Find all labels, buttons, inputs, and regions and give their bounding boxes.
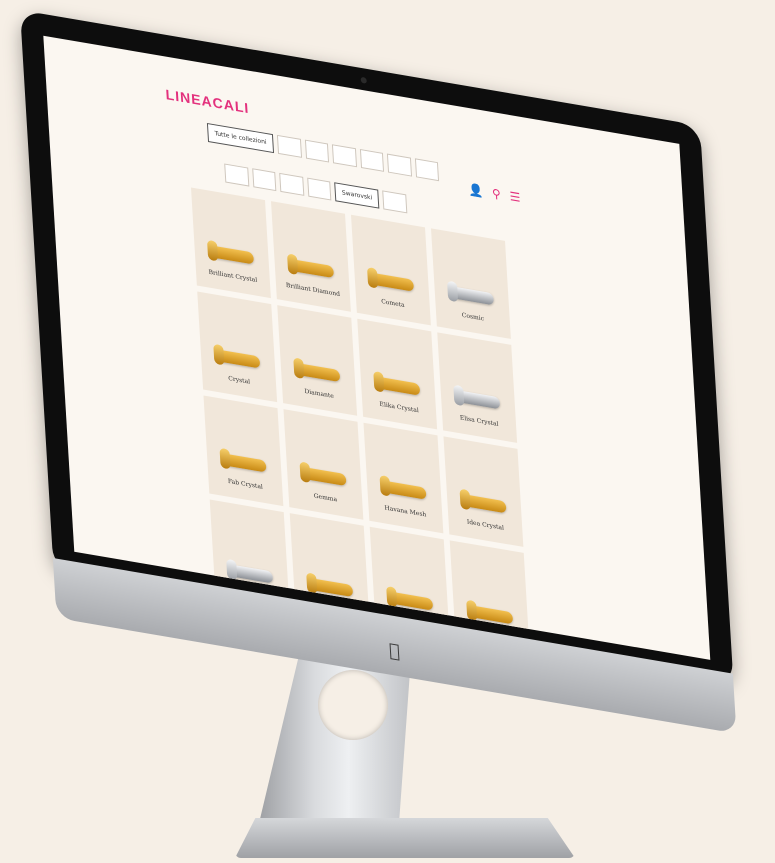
filter-chip[interactable] <box>224 163 249 187</box>
filter-chip[interactable] <box>251 168 277 192</box>
product-card[interactable]: Brilliant Crystal <box>191 187 271 299</box>
filter-chip[interactable] <box>359 148 385 172</box>
door-handle-image <box>449 285 495 306</box>
door-handle-image <box>301 466 347 487</box>
door-handle-image <box>455 389 501 410</box>
product-name: Diamante <box>304 387 335 400</box>
header-icons: 👤 ⚲ ☰ <box>468 182 526 206</box>
product-name: Crystal <box>228 374 251 386</box>
monitor:  LINEACALI 👤 ⚲ ☰ Tutte le collezioni Sw… <box>20 10 737 734</box>
door-handle-image <box>215 349 261 369</box>
product-card[interactable]: Elika Crystal <box>357 318 438 430</box>
filter-chip[interactable] <box>306 177 332 201</box>
door-handle-image <box>289 258 335 279</box>
product-card[interactable]: Diamante <box>277 305 358 416</box>
product-card[interactable]: Cometa <box>351 214 431 326</box>
filter-chip[interactable] <box>276 134 302 158</box>
door-handle-image <box>461 493 507 514</box>
product-card[interactable]: Fab Crystal <box>203 395 284 507</box>
site-logo[interactable]: LINEACALI <box>165 86 250 116</box>
filter-chip[interactable] <box>304 139 330 163</box>
product-name: Elisa Crystal <box>459 414 499 428</box>
product-name: Brilliant Crystal <box>208 268 258 284</box>
product-card[interactable]: Gemma <box>283 409 364 520</box>
product-card[interactable]: Havana Mesh <box>363 422 444 534</box>
filter-chip[interactable]: Swarovski <box>334 182 380 209</box>
door-handle-image <box>375 376 421 396</box>
door-handle-image <box>381 480 427 500</box>
search-icon[interactable]: ⚲ <box>492 186 502 201</box>
filter-chip[interactable] <box>382 190 408 214</box>
filter-chip[interactable] <box>387 153 412 177</box>
product-card[interactable]: Elisa Crystal <box>437 332 518 443</box>
user-icon[interactable]: 👤 <box>468 182 484 199</box>
webcam-icon <box>360 76 367 84</box>
filter-chip[interactable]: Tutte le collezioni <box>206 122 275 154</box>
product-name: Fab Crystal <box>227 477 264 491</box>
product-card[interactable]: Idea Crystal <box>443 436 524 547</box>
product-name: Elika Crystal <box>379 400 419 415</box>
product-name: Havana Mesh <box>384 504 427 519</box>
monitor-stand-base <box>235 818 575 858</box>
monitor-stand-hole <box>318 670 388 740</box>
filter-chip[interactable] <box>279 172 304 196</box>
door-handle-image <box>221 453 267 473</box>
menu-icon[interactable]: ☰ <box>509 189 521 205</box>
door-handle-image <box>209 245 255 265</box>
product-card[interactable]: Crystal <box>197 291 278 403</box>
product-card[interactable]: Brilliant Diamond <box>271 201 351 312</box>
product-card[interactable]: Cosmic <box>431 228 511 339</box>
product-name: Idea Crystal <box>466 518 505 532</box>
product-name: Cosmic <box>461 311 485 323</box>
door-handle-image <box>369 272 415 292</box>
filter-chip[interactable] <box>414 158 440 182</box>
product-name: Gemma <box>313 492 338 504</box>
filter-chip[interactable] <box>332 144 357 168</box>
product-name: Cometa <box>381 298 405 310</box>
scene:  LINEACALI 👤 ⚲ ☰ Tutte le collezioni Sw… <box>0 0 775 863</box>
apple-logo-icon:  <box>388 640 400 663</box>
product-name: Brilliant Diamond <box>285 281 341 299</box>
door-handle-image <box>295 362 341 383</box>
